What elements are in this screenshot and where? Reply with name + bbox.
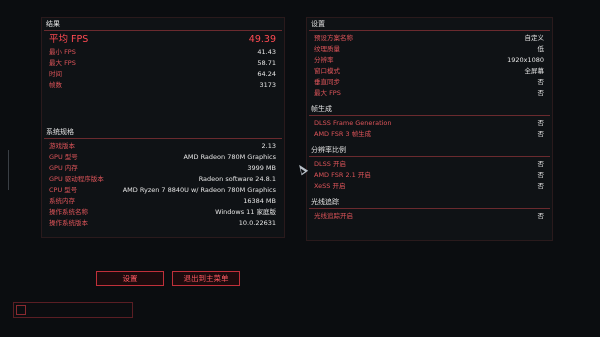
spec-label: GPU 驱动程序版本 — [49, 175, 104, 183]
setting-label: 最大 FPS — [314, 89, 341, 97]
section-divider — [44, 138, 282, 139]
settings-section-title: 设置 — [311, 20, 325, 28]
results-section-title: 结果 — [46, 20, 60, 28]
avg-fps-label: 平均 FPS — [49, 34, 89, 45]
spec-value: 2.13 — [261, 142, 276, 150]
setting-row-dlss-fg: DLSS Frame Generation 否 — [307, 118, 552, 129]
setting-value: 全屏幕 — [524, 67, 545, 75]
setting-label: AMD FSR 2.1 开启 — [314, 171, 371, 179]
setting-label: 纹理质量 — [314, 45, 340, 53]
setting-value: 否 — [537, 89, 545, 97]
spec-row-gpu-model: GPU 型号 AMD Radeon 780M Graphics — [42, 152, 284, 163]
spec-value: 16384 MB — [243, 197, 276, 205]
spec-value: AMD Radeon 780M Graphics — [183, 153, 276, 161]
setting-label: XeSS 开启 — [314, 182, 346, 190]
stat-value: 41.43 — [257, 48, 276, 56]
spec-row-game-version: 游戏版本 2.13 — [42, 141, 284, 152]
setting-row-max-fps: 最大 FPS 否 — [307, 88, 552, 99]
setting-label: 分辨率 — [314, 56, 334, 64]
setting-row-xess: XeSS 开启 否 — [307, 181, 552, 192]
setting-label: AMD FSR 3 帧生成 — [314, 130, 372, 138]
avg-fps-row: 平均 FPS 49.39 — [42, 33, 284, 47]
setting-row-ray-tracing: 光线追踪开启 否 — [307, 211, 552, 222]
stat-value: 64.24 — [257, 70, 276, 78]
benchmark-results-panel: 结果 平均 FPS 49.39 最小 FPS 41.43 最大 FPS 58.7… — [41, 17, 285, 238]
spec-label: GPU 型号 — [49, 153, 78, 161]
stat-label: 最大 FPS — [49, 59, 76, 67]
bottom-center-decoration — [265, 322, 301, 326]
spec-row-gpu-driver: GPU 驱动程序版本 Radeon software 24.8.1 — [42, 174, 284, 185]
spec-row-system-memory: 系统内存 16384 MB — [42, 196, 284, 207]
exit-to-main-menu-button[interactable]: 退出到主菜单 — [172, 271, 240, 286]
setting-value: 否 — [537, 160, 545, 168]
stat-row-min-fps: 最小 FPS 41.43 — [42, 47, 284, 58]
section-divider — [309, 208, 550, 209]
setting-label: DLSS Frame Generation — [314, 119, 392, 127]
bottom-left-decoration — [13, 302, 133, 318]
ray-tracing-section-title: 光线追踪 — [311, 198, 339, 206]
spec-label: 操作系统名称 — [49, 208, 88, 216]
stat-label: 帧数 — [49, 81, 62, 89]
setting-row-preset: 预设方案名称 自定义 — [307, 33, 552, 44]
logo-mark-icon — [16, 305, 26, 315]
setting-value: 否 — [537, 212, 545, 220]
stat-row-time: 时间 64.24 — [42, 69, 284, 80]
spec-row-gpu-memory: GPU 内存 3999 MB — [42, 163, 284, 174]
stat-label: 最小 FPS — [49, 48, 76, 56]
stat-value: 58.71 — [257, 59, 276, 67]
setting-row-resolution: 分辨率 1920x1080 — [307, 55, 552, 66]
frame-gen-section-title: 帧生成 — [311, 105, 332, 113]
setting-row-fsr3-fg: AMD FSR 3 帧生成 否 — [307, 129, 552, 140]
spec-label: GPU 内存 — [49, 164, 78, 172]
spec-value: 3999 MB — [247, 164, 276, 172]
setting-value: 否 — [537, 171, 545, 179]
setting-value: 否 — [537, 182, 545, 190]
settings-panel: 设置 预设方案名称 自定义 纹理质量 低 分辨率 1920x1080 窗口模式 … — [306, 17, 553, 241]
spec-value: AMD Ryzen 7 8840U w/ Radeon 780M Graphic… — [122, 186, 276, 194]
setting-label: 光线追踪开启 — [314, 212, 353, 220]
spec-row-os-name: 操作系统名称 Windows 11 家庭版 — [42, 207, 284, 218]
spec-label: 操作系统版本 — [49, 219, 88, 227]
setting-label: 预设方案名称 — [314, 34, 353, 42]
setting-value: 1920x1080 — [507, 56, 544, 64]
setting-label: DLSS 开启 — [314, 160, 346, 168]
spec-label: 系统内存 — [49, 197, 75, 205]
setting-label: 垂直同步 — [314, 78, 340, 86]
setting-row-window-mode: 窗口模式 全屏幕 — [307, 66, 552, 77]
section-divider — [309, 30, 550, 31]
system-section-title: 系统规格 — [46, 128, 74, 136]
setting-value: 否 — [537, 130, 545, 138]
spec-label: 游戏版本 — [49, 142, 75, 150]
stat-row-max-fps: 最大 FPS 58.71 — [42, 58, 284, 69]
stat-label: 时间 — [49, 70, 62, 78]
setting-row-fsr21: AMD FSR 2.1 开启 否 — [307, 170, 552, 181]
setting-value: 低 — [537, 45, 545, 53]
left-edge-decoration — [8, 150, 15, 190]
setting-row-texture: 纹理质量 低 — [307, 44, 552, 55]
spec-row-cpu-model: CPU 型号 AMD Ryzen 7 8840U w/ Radeon 780M … — [42, 185, 284, 196]
setting-label: 窗口模式 — [314, 67, 340, 75]
spec-label: CPU 型号 — [49, 186, 78, 194]
setting-value: 否 — [537, 119, 545, 127]
avg-fps-value: 49.39 — [248, 34, 276, 45]
resolution-scaling-section-title: 分辨率比例 — [311, 146, 346, 154]
spec-row-os-version: 操作系统版本 10.0.22631 — [42, 218, 284, 229]
settings-button[interactable]: 设置 — [96, 271, 164, 286]
spec-value: Radeon software 24.8.1 — [198, 175, 276, 183]
section-divider — [309, 156, 550, 157]
setting-value: 否 — [537, 78, 545, 86]
setting-value: 自定义 — [524, 34, 545, 42]
setting-row-vsync: 垂直同步 否 — [307, 77, 552, 88]
section-divider — [309, 115, 550, 116]
system-specs-section: 系统规格 游戏版本 2.13 GPU 型号 AMD Radeon 780M Gr… — [42, 126, 284, 229]
stat-value: 3173 — [259, 81, 276, 89]
spec-value: 10.0.22631 — [238, 219, 276, 227]
stat-row-frames: 帧数 3173 — [42, 80, 284, 91]
setting-row-dlss: DLSS 开启 否 — [307, 159, 552, 170]
section-divider — [44, 30, 282, 31]
spec-value: Windows 11 家庭版 — [215, 208, 276, 216]
